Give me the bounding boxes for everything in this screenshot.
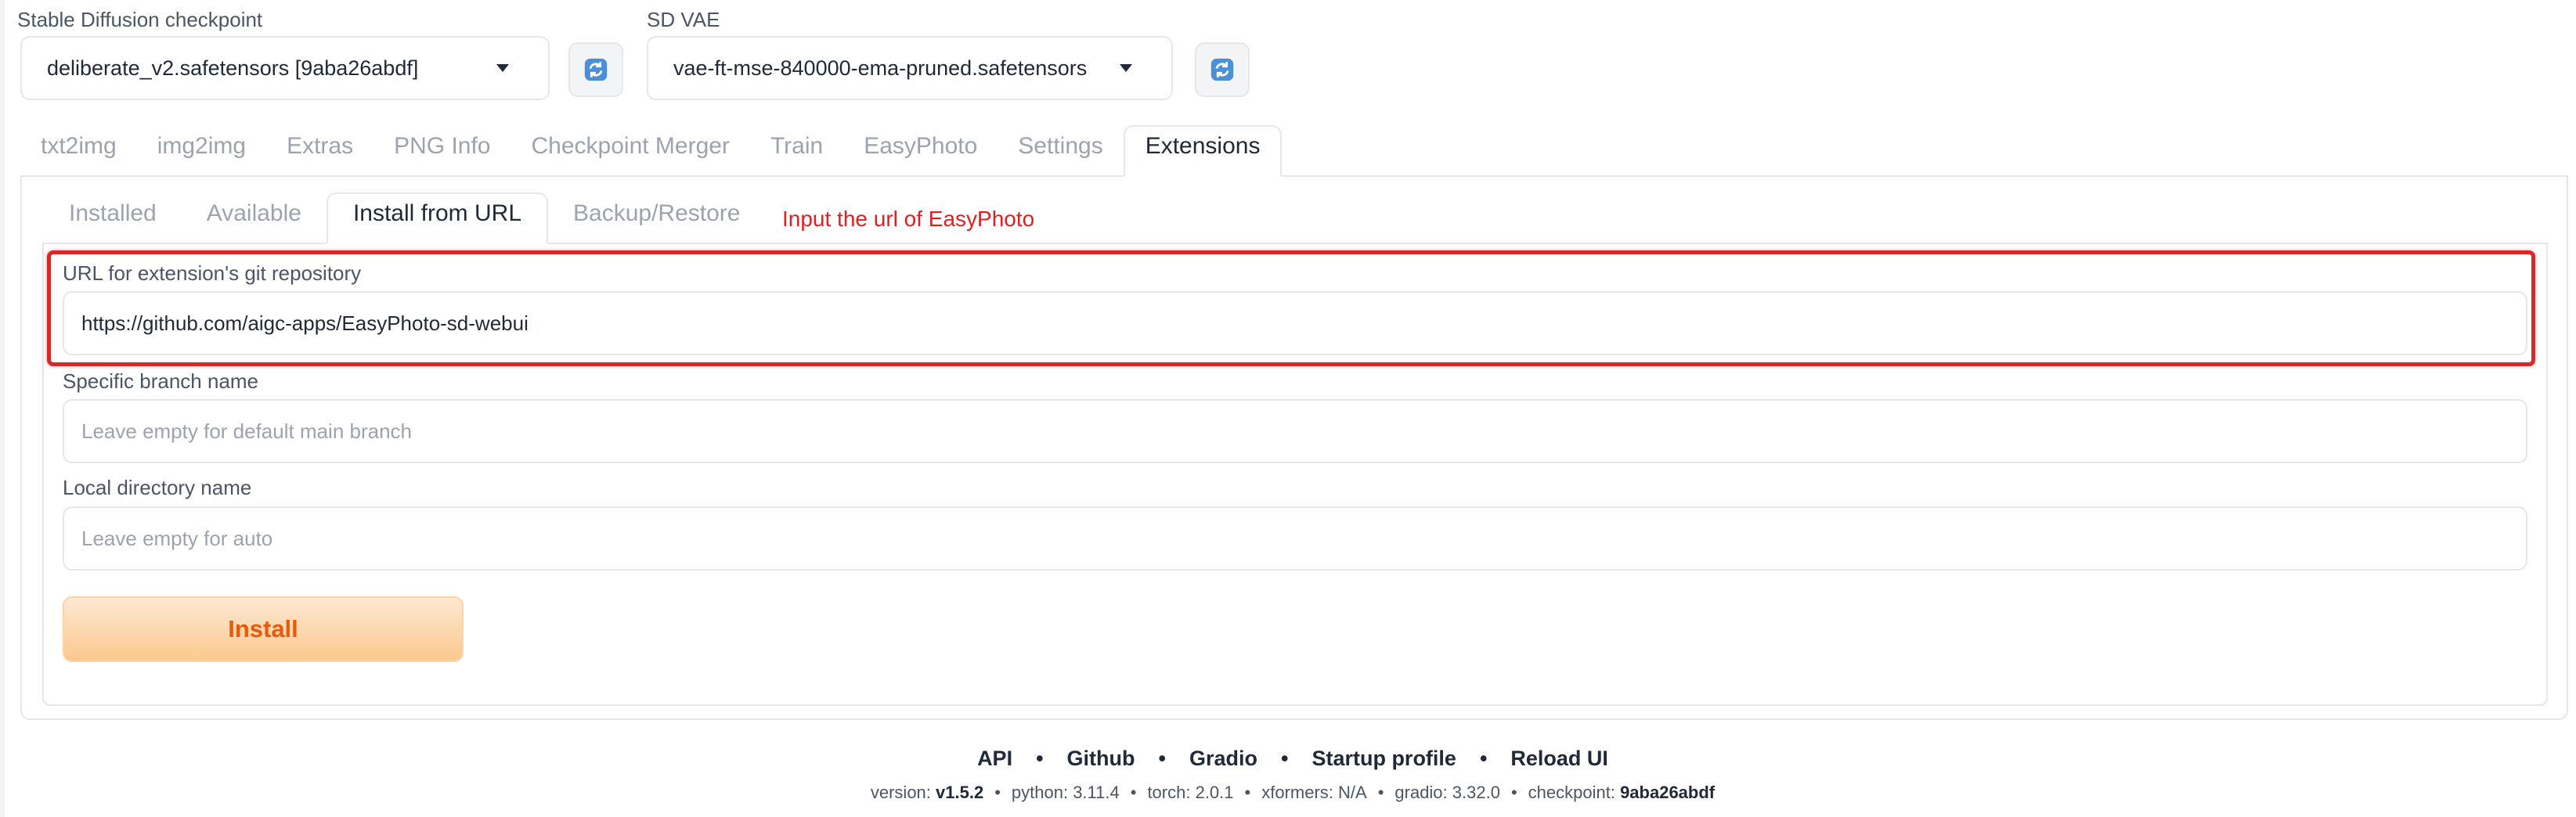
footer-separator: •	[1280, 747, 1289, 770]
version-value: v1.5.2	[936, 783, 984, 802]
meta-separator: •	[1130, 783, 1137, 802]
tab-txt2img[interactable]: txt2img	[20, 125, 137, 177]
install-button[interactable]: Install	[63, 596, 464, 662]
checkpoint-refresh-button[interactable]	[568, 42, 623, 97]
directory-field-label: Local directory name	[63, 476, 252, 499]
annotation-text: Input the url of EasyPhoto	[782, 207, 1035, 231]
xformers-version: xformers: N/A	[1261, 783, 1367, 802]
checkpoint-select-value: deliberate_v2.safetensors [9aba26abdf]	[47, 56, 419, 80]
checkpoint-select[interactable]: deliberate_v2.safetensors [9aba26abdf]	[20, 36, 550, 100]
vae-label: SD VAE	[647, 8, 720, 31]
meta-separator: •	[1244, 783, 1251, 802]
refresh-icon	[584, 58, 608, 81]
vae-select-value: vae-ft-mse-840000-ema-pruned.safetensors	[673, 56, 1088, 80]
footer-link-gradio[interactable]: Gradio	[1189, 747, 1257, 771]
tab-png-info[interactable]: PNG Info	[373, 125, 511, 177]
main-tabs: txt2img img2img Extras PNG Info Checkpoi…	[20, 125, 1283, 177]
refresh-icon	[1210, 58, 1234, 81]
footer-link-startup-profile[interactable]: Startup profile	[1311, 747, 1456, 771]
tab-available[interactable]: Available	[182, 193, 327, 244]
tab-extensions[interactable]: Extensions	[1123, 125, 1283, 177]
tab-easyphoto[interactable]: EasyPhoto	[843, 125, 998, 177]
webui-page: Stable Diffusion checkpoint deliberate_v…	[0, 0, 2576, 817]
chevron-down-icon	[496, 64, 509, 72]
chevron-down-icon	[1120, 64, 1132, 72]
python-version: python: 3.11.4	[1011, 783, 1120, 802]
checkpoint-label: Stable Diffusion checkpoint	[17, 8, 263, 31]
branch-input[interactable]	[63, 399, 2527, 463]
meta-separator: •	[994, 783, 1001, 802]
tab-img2img[interactable]: img2img	[137, 125, 266, 177]
tab-install-from-url[interactable]: Install from URL	[326, 193, 549, 244]
directory-input[interactable]	[63, 506, 2527, 570]
footer-separator: •	[1479, 747, 1488, 770]
extension-tabs: Installed Available Install from URL Bac…	[44, 193, 765, 244]
tab-settings[interactable]: Settings	[998, 125, 1123, 177]
footer-separator: •	[1158, 747, 1166, 770]
tab-train[interactable]: Train	[750, 125, 843, 177]
vae-select[interactable]: vae-ft-mse-840000-ema-pruned.safetensors	[647, 36, 1173, 100]
version-label: version:	[870, 783, 931, 802]
url-input[interactable]	[63, 291, 2527, 355]
url-field-label: URL for extension's git repository	[63, 261, 362, 285]
checkpoint-label-footer: checkpoint:	[1528, 783, 1615, 802]
tab-checkpoint-merger[interactable]: Checkpoint Merger	[511, 125, 750, 177]
footer-link-api[interactable]: API	[977, 747, 1012, 771]
tab-backup-restore[interactable]: Backup/Restore	[548, 193, 765, 244]
branch-field-label: Specific branch name	[63, 369, 259, 393]
meta-separator: •	[1510, 783, 1517, 802]
gradio-version: gradio: 3.32.0	[1394, 783, 1500, 802]
footer-link-github[interactable]: Github	[1067, 747, 1135, 771]
footer-version-info: version: v1.5.2 • python: 3.11.4 • torch…	[5, 783, 2576, 803]
tab-installed[interactable]: Installed	[44, 193, 182, 244]
vae-refresh-button[interactable]	[1195, 42, 1250, 97]
torch-version: torch: 2.0.1	[1147, 783, 1234, 802]
footer-separator: •	[1036, 747, 1044, 770]
footer-link-reload-ui[interactable]: Reload UI	[1510, 747, 1608, 771]
checkpoint-hash: 9aba26abdf	[1620, 783, 1716, 802]
tab-extras[interactable]: Extras	[266, 125, 373, 177]
footer-links: API • Github • Gradio • Startup profile …	[5, 747, 2576, 771]
meta-separator: •	[1377, 783, 1384, 802]
